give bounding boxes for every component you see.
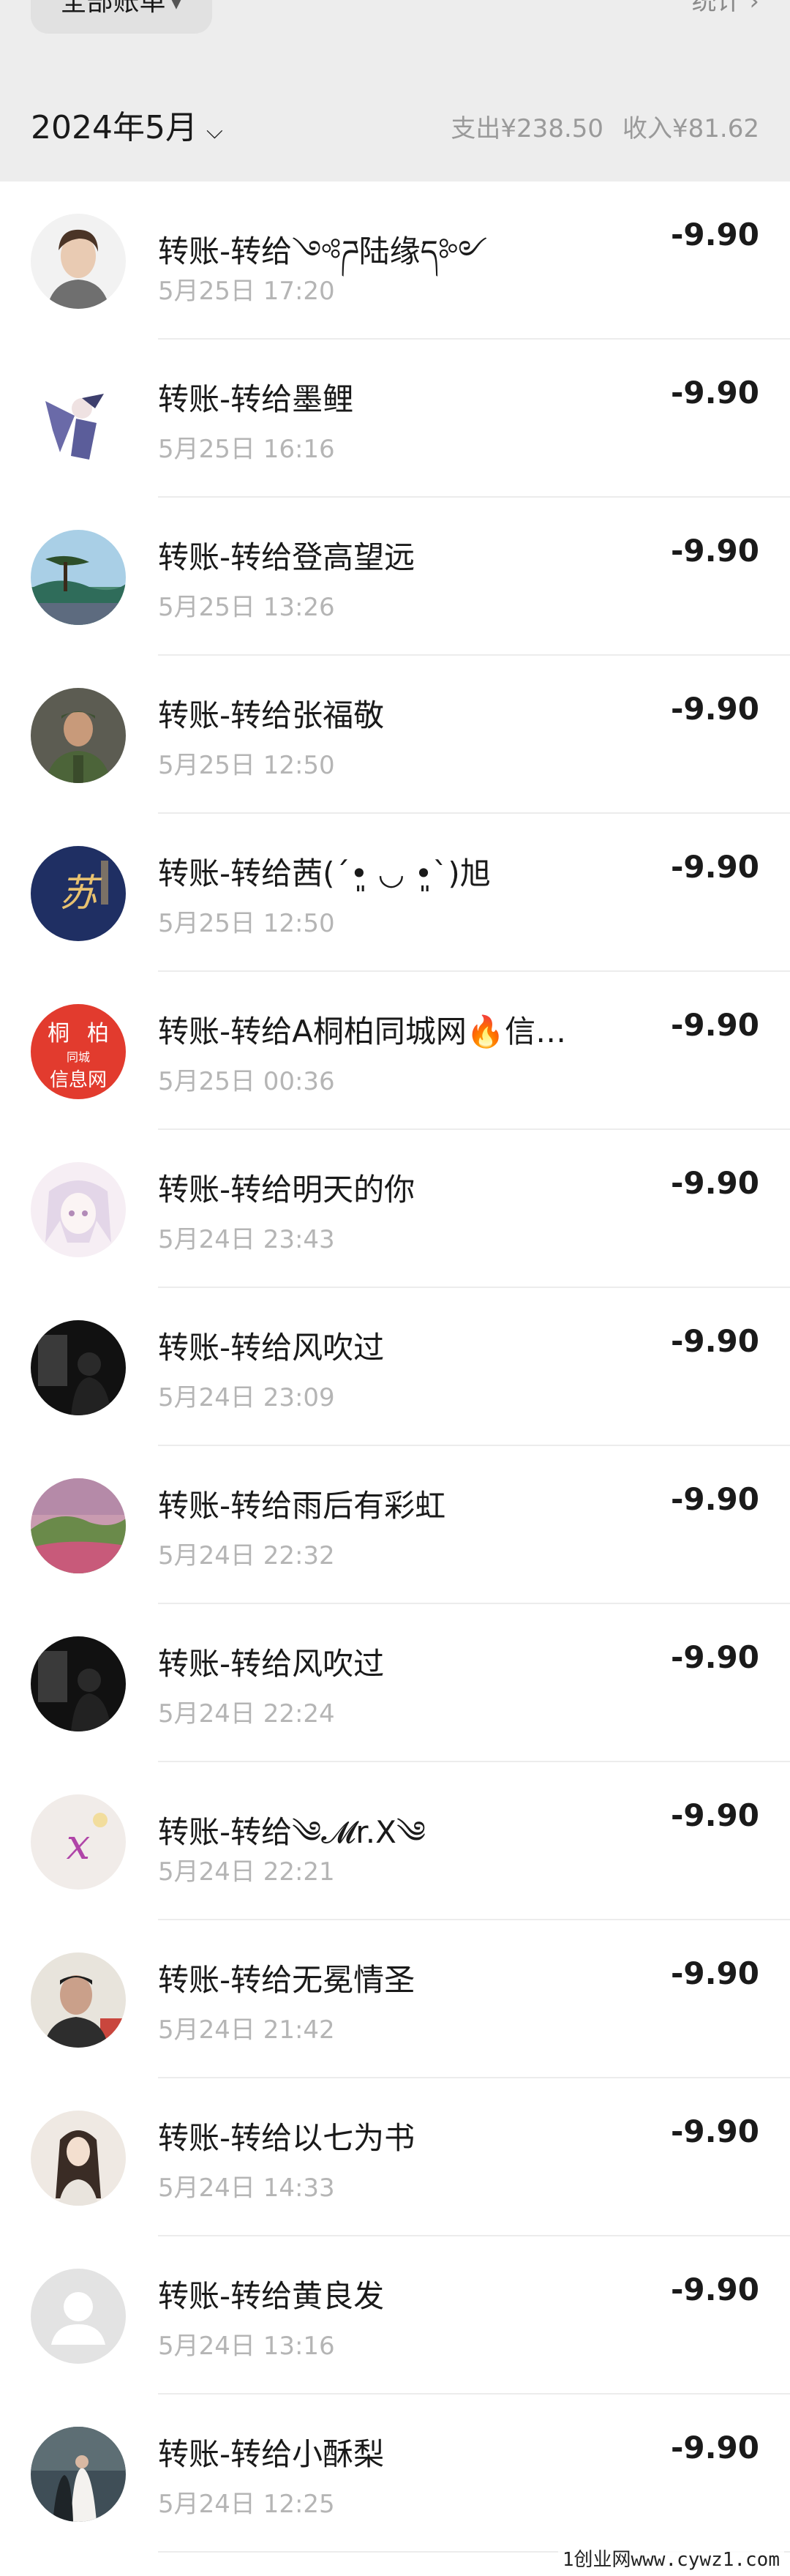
avatar: x bbox=[31, 1794, 126, 1890]
transaction-title: 转账-转给黄良发 bbox=[158, 2278, 385, 2314]
transaction-time: 5月25日 12:50 bbox=[158, 909, 335, 938]
transaction-amount: -9.90 bbox=[670, 2430, 759, 2465]
svg-text:x: x bbox=[67, 1819, 91, 1869]
transaction-amount: -9.90 bbox=[670, 375, 759, 411]
transaction-amount: -9.90 bbox=[670, 1639, 759, 1675]
transaction-row[interactable]: 转账-转给登高望远 5月25日 13:26 -9.90 bbox=[0, 498, 790, 656]
transaction-title: 转账-转给无冕情圣 bbox=[158, 1962, 415, 1998]
transaction-amount: -9.90 bbox=[670, 1797, 759, 1833]
transaction-title: 转账-转给茜(ˊ•͈ ◡ •͈ˋ)旭 bbox=[158, 855, 491, 891]
transaction-amount: -9.90 bbox=[670, 1323, 759, 1359]
bill-filter-label: 全部账单 bbox=[60, 0, 166, 17]
transaction-time: 5月24日 12:25 bbox=[158, 2490, 335, 2519]
avatar bbox=[31, 1478, 126, 1573]
transaction-row[interactable]: 转账-转给小酥梨 5月24日 12:25 -9.90 bbox=[0, 2395, 790, 2553]
transaction-list: 转账-转给༺ཌ陆缘ད༻ 5月25日 17:20 -9.90 转账-转给墨鲤 5月25日 … bbox=[0, 181, 790, 2553]
transaction-row[interactable]: 转账-转给无冕情圣 5月24日 21:42 -9.90 bbox=[0, 1920, 790, 2078]
transaction-amount: -9.90 bbox=[670, 849, 759, 885]
transaction-time: 5月25日 00:36 bbox=[158, 1067, 335, 1096]
chevron-down-icon: ⌵ bbox=[206, 119, 223, 144]
avatar bbox=[31, 1320, 126, 1415]
transaction-row[interactable]: 转账-转给风吹过 5月24日 22:24 -9.90 bbox=[0, 1604, 790, 1762]
transaction-row[interactable]: 转账-转给雨后有彩虹 5月24日 22:32 -9.90 bbox=[0, 1446, 790, 1604]
transaction-time: 5月24日 22:21 bbox=[158, 1857, 335, 1887]
transaction-amount: -9.90 bbox=[670, 1165, 759, 1201]
avatar bbox=[31, 214, 126, 309]
transaction-amount: -9.90 bbox=[670, 1007, 759, 1043]
caret-down-icon: ▼ bbox=[170, 0, 183, 12]
transaction-amount: -9.90 bbox=[670, 2113, 759, 2149]
avatar bbox=[31, 2427, 126, 2522]
transaction-title: 转账-转给明天的你 bbox=[158, 1172, 415, 1208]
avatar: 苏 bbox=[31, 846, 126, 941]
transaction-amount: -9.90 bbox=[670, 1481, 759, 1517]
transaction-time: 5月24日 23:09 bbox=[158, 1383, 335, 1412]
transaction-title: 转账-转给风吹过 bbox=[158, 1646, 385, 1682]
transaction-time: 5月24日 23:43 bbox=[158, 1225, 335, 1254]
transaction-title: 转账-转给墨鲤 bbox=[158, 381, 354, 417]
transaction-title: 转账-转给小酥梨 bbox=[158, 2436, 385, 2472]
transaction-amount: -9.90 bbox=[670, 1955, 759, 1991]
stats-link[interactable]: 统计 › bbox=[692, 0, 759, 17]
avatar bbox=[31, 530, 126, 625]
month-label: 2024年5月 bbox=[31, 109, 198, 146]
bill-filter-dropdown[interactable]: 全部账单 ▼ bbox=[31, 0, 212, 34]
transaction-time: 5月24日 14:33 bbox=[158, 2174, 335, 2203]
avatar bbox=[31, 1636, 126, 1731]
top-bar: 全部账单 ▼ 统计 › 2024年5月 ⌵ 支出¥238.50 收入¥81.62 bbox=[0, 0, 790, 181]
transaction-time: 5月25日 16:16 bbox=[158, 435, 335, 464]
transaction-row[interactable]: x 转账-转给༄𝓜r.X༄ 5月24日 22:21 -9.90 bbox=[0, 1762, 790, 1920]
avatar bbox=[31, 1162, 126, 1257]
avatar bbox=[31, 688, 126, 783]
transaction-amount: -9.90 bbox=[670, 533, 759, 569]
transaction-title: 转账-转给登高望远 bbox=[158, 539, 415, 575]
transaction-row[interactable]: 转账-转给墨鲤 5月25日 16:16 -9.90 bbox=[0, 340, 790, 498]
income-total: 收入¥81.62 bbox=[622, 114, 759, 143]
transaction-amount: -9.90 bbox=[670, 217, 759, 252]
month-selector[interactable]: 2024年5月 ⌵ bbox=[31, 101, 223, 148]
transaction-time: 5月24日 22:32 bbox=[158, 1541, 335, 1570]
transaction-row[interactable]: 苏 转账-转给茜(ˊ•͈ ◡ •͈ˋ)旭 5月25日 12:50 -9.90 bbox=[0, 814, 790, 972]
transaction-title: 转账-转给风吹过 bbox=[158, 1330, 385, 1366]
transaction-time: 5月25日 17:20 bbox=[158, 277, 335, 306]
transaction-time: 5月24日 22:24 bbox=[158, 1699, 335, 1729]
svg-text:桐: 桐 bbox=[48, 1021, 69, 1046]
watermark: 1创业网www.cywz1.com bbox=[557, 2543, 784, 2573]
transaction-time: 5月25日 12:50 bbox=[158, 751, 335, 780]
svg-text:信息网: 信息网 bbox=[50, 1069, 107, 1091]
transaction-row[interactable]: 转账-转给张福敬 5月25日 12:50 -9.90 bbox=[0, 656, 790, 814]
transaction-row[interactable]: 转账-转给黄良发 5月24日 13:16 -9.90 bbox=[0, 2236, 790, 2395]
transaction-time: 5月24日 21:42 bbox=[158, 2015, 335, 2045]
avatar bbox=[31, 372, 126, 467]
transaction-row[interactable]: 桐柏同城 信息网 转账-转给A桐柏同城网🔥信… 5月25日 00:36 -9.90 bbox=[0, 972, 790, 1130]
transaction-row[interactable]: 转账-转给风吹过 5月24日 23:09 -9.90 bbox=[0, 1288, 790, 1446]
month-summary: 支出¥238.50 收入¥81.62 bbox=[451, 108, 759, 144]
svg-text:苏: 苏 bbox=[59, 872, 102, 916]
transaction-title: 转账-转给A桐柏同城网🔥信… bbox=[158, 1014, 567, 1049]
svg-text:同城: 同城 bbox=[67, 1050, 90, 1064]
avatar bbox=[31, 2111, 126, 2206]
transaction-row[interactable]: 转账-转给以七为书 5月24日 14:33 -9.90 bbox=[0, 2078, 790, 2236]
transaction-title: 转账-转给以七为书 bbox=[158, 2120, 415, 2156]
transaction-amount: -9.90 bbox=[670, 691, 759, 727]
transaction-row[interactable]: 转账-转给༺ཌ陆缘ད༻ 5月25日 17:20 -9.90 bbox=[0, 181, 790, 340]
avatar: 桐柏同城信息网 bbox=[31, 1004, 126, 1099]
transaction-row[interactable]: 转账-转给明天的你 5月24日 23:43 -9.90 bbox=[0, 1130, 790, 1288]
transaction-title: 转账-转给张福敬 bbox=[158, 697, 385, 733]
avatar bbox=[31, 1952, 126, 2048]
avatar bbox=[31, 2269, 126, 2364]
transaction-time: 5月25日 13:26 bbox=[158, 593, 335, 622]
transaction-title: 转账-转给雨后有彩虹 bbox=[158, 1488, 446, 1524]
transaction-amount: -9.90 bbox=[670, 2272, 759, 2307]
expense-total: 支出¥238.50 bbox=[451, 114, 604, 143]
svg-text:柏: 柏 bbox=[87, 1021, 109, 1046]
transaction-time: 5月24日 13:16 bbox=[158, 2332, 335, 2361]
